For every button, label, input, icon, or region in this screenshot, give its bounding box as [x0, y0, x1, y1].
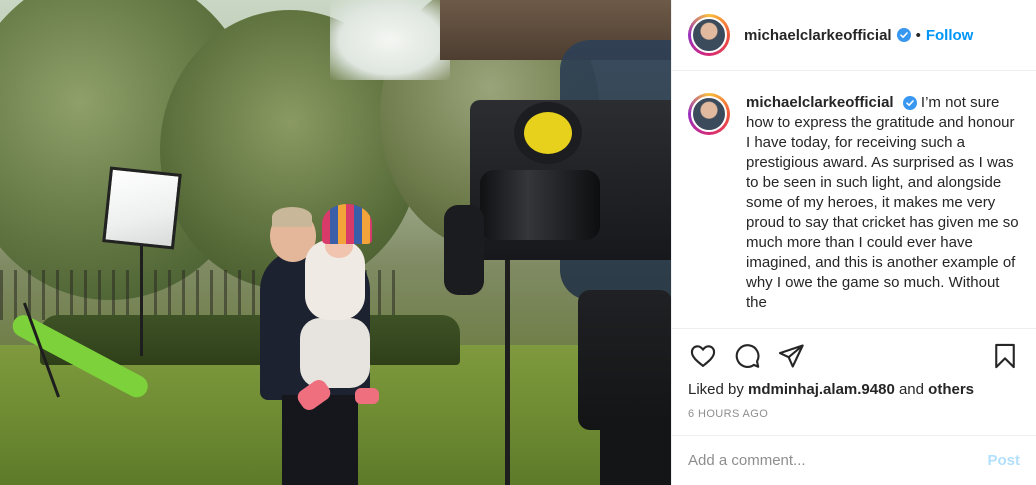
tripod-base: [600, 420, 671, 485]
yellow-lens-cap: [514, 102, 582, 164]
caption-username[interactable]: michaelclarkeofficial: [746, 94, 894, 111]
avatar-image: [691, 17, 727, 53]
heart-icon[interactable]: [688, 341, 718, 371]
share-icon[interactable]: [776, 341, 806, 371]
caption-body: I’m not sure how to express the gratitud…: [746, 94, 1019, 311]
post-actions: Liked by mdminhaj.alam.9480 and others 6…: [672, 328, 1036, 435]
child-legs: [300, 318, 370, 388]
camera-eyepiece: [444, 205, 484, 295]
avatar-image: [691, 96, 727, 132]
likes-others-link[interactable]: others: [928, 381, 974, 398]
child-beanie: [322, 204, 372, 244]
likes-connector: and: [898, 381, 924, 398]
likes-prefix: Liked by: [688, 381, 744, 398]
avatar[interactable]: [688, 93, 730, 135]
comment-icon[interactable]: [732, 341, 762, 371]
instagram-post: michaelclarkeofficial • Follow michaelcl…: [0, 0, 1036, 485]
action-icon-row: [688, 341, 1020, 371]
verified-badge-icon: [902, 96, 917, 110]
tv-camera-lens: [480, 170, 600, 240]
camera-stand: [505, 260, 510, 485]
follow-button[interactable]: Follow: [926, 27, 974, 44]
post-comment-button[interactable]: Post: [987, 452, 1020, 469]
avatar[interactable]: [688, 14, 730, 56]
bookmark-icon[interactable]: [990, 341, 1020, 371]
likes-line: Liked by mdminhaj.alam.9480 and others: [688, 381, 1020, 398]
post-side-panel: michaelclarkeofficial • Follow michaelcl…: [671, 0, 1036, 485]
verified-badge-icon: [896, 28, 911, 42]
comment-bar: Post: [672, 435, 1036, 485]
header-username[interactable]: michaelclarkeofficial: [744, 27, 892, 44]
tripod-head: [578, 290, 671, 430]
caption: michaelclarkeofficial I’m not sure how t…: [746, 93, 1020, 313]
man-hair: [272, 207, 312, 227]
comment-input[interactable]: [688, 452, 988, 469]
man-legs: [282, 395, 358, 485]
caption-area[interactable]: michaelclarkeofficial I’m not sure how t…: [672, 71, 1036, 328]
sky-patch: [330, 0, 450, 80]
post-timestamp[interactable]: 6 HOURS AGO: [688, 408, 1020, 420]
studio-light-panel: [102, 166, 182, 250]
post-header: michaelclarkeofficial • Follow: [672, 0, 1036, 71]
child-shoe: [355, 388, 379, 404]
liked-by-user-link[interactable]: mdminhaj.alam.9480: [748, 381, 895, 398]
separator-dot: •: [915, 26, 921, 44]
light-stand: [140, 246, 143, 356]
post-photo[interactable]: [0, 0, 671, 485]
